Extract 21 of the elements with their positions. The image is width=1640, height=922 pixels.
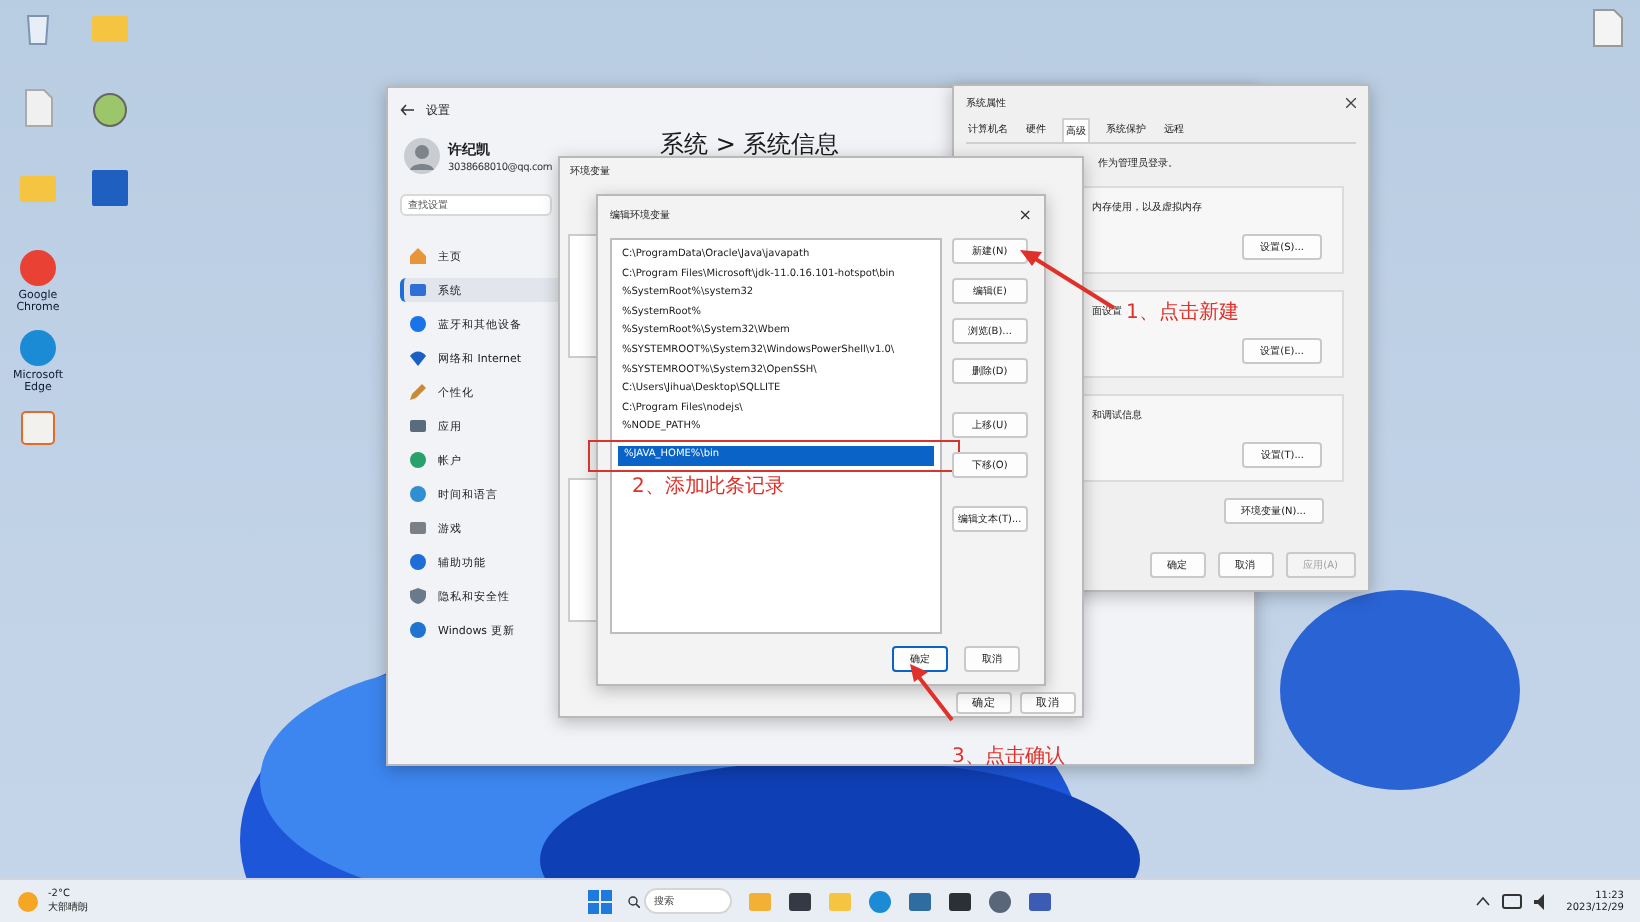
caret-icon[interactable] (1476, 896, 1491, 906)
search-icon (628, 895, 640, 907)
annotation-text: 2、添加此条记录 (632, 473, 785, 500)
file-icon[interactable] (1592, 8, 1624, 48)
wifi-icon (410, 350, 426, 366)
page-heading: 系统 > 系统信息 (660, 128, 840, 162)
close-icon[interactable] (1346, 97, 1356, 107)
annotation-text: 3、点击确认 (952, 743, 1065, 770)
back-arrow-icon[interactable] (400, 104, 414, 116)
annotation-arrow (1018, 248, 1118, 312)
app-icon[interactable] (90, 168, 130, 208)
start-icon[interactable] (588, 889, 612, 913)
close-icon[interactable]: × (1018, 205, 1032, 223)
network-icon[interactable] (1502, 893, 1523, 909)
pen-icon (410, 384, 426, 400)
annotation-text: 1、点击新建 (1126, 299, 1239, 326)
annotation-arrow (908, 662, 956, 722)
home-icon (410, 248, 426, 264)
app-icon[interactable] (1028, 889, 1052, 913)
avatar-icon (404, 138, 440, 174)
shield-icon (410, 588, 426, 604)
